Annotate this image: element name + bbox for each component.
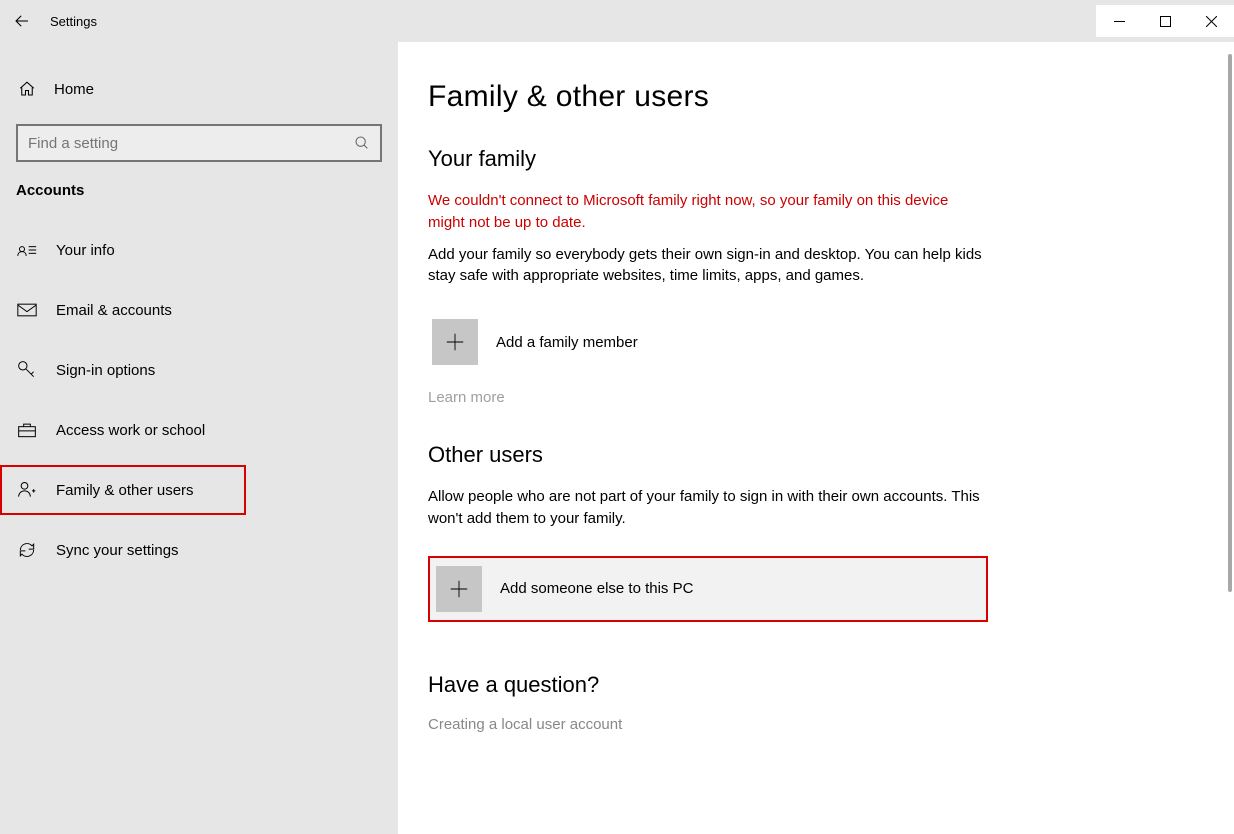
sidebar-item-label: Sign-in options [56, 362, 155, 379]
section-question-heading: Have a question? [428, 672, 1204, 698]
sidebar-item-your-info[interactable]: Your info [0, 225, 398, 275]
minimize-button[interactable] [1096, 5, 1142, 37]
help-link-local-account[interactable]: Creating a local user account [428, 716, 1204, 733]
home-icon [18, 80, 36, 98]
sidebar-item-label: Email & accounts [56, 302, 172, 319]
main-content: Family & other users Your family We coul… [398, 42, 1234, 834]
close-icon [1206, 16, 1217, 27]
mail-icon [16, 302, 38, 318]
maximize-icon [1160, 16, 1171, 27]
plus-icon [432, 319, 478, 365]
home-label: Home [54, 81, 94, 98]
learn-more-link[interactable]: Learn more [428, 389, 1204, 406]
back-button[interactable] [0, 12, 38, 30]
section-your-family-heading: Your family [428, 146, 1204, 172]
add-someone-else-button[interactable]: Add someone else to this PC [428, 556, 988, 622]
sidebar-item-label: Family & other users [56, 482, 194, 499]
sidebar-item-family[interactable]: Family & other users [0, 465, 246, 515]
titlebar: Settings [0, 0, 1234, 42]
other-users-description: Allow people who are not part of your fa… [428, 486, 988, 530]
section-other-users-heading: Other users [428, 442, 1204, 468]
home-nav[interactable]: Home [0, 64, 398, 114]
minimize-icon [1114, 16, 1125, 27]
sidebar-item-sync[interactable]: Sync your settings [0, 525, 398, 575]
sidebar-item-email[interactable]: Email & accounts [0, 285, 398, 335]
family-description: Add your family so everybody gets their … [428, 244, 988, 288]
add-someone-else-label: Add someone else to this PC [500, 580, 693, 597]
page-title: Family & other users [428, 80, 1204, 114]
sync-icon [16, 540, 38, 560]
sidebar-item-label: Access work or school [56, 422, 205, 439]
sidebar: Home Accounts Your info Email & accounts [0, 42, 398, 834]
arrow-left-icon [13, 12, 31, 30]
maximize-button[interactable] [1142, 5, 1188, 37]
window-title: Settings [38, 14, 97, 29]
category-heading: Accounts [0, 182, 398, 199]
search-field[interactable] [28, 135, 354, 152]
scrollbar-thumb[interactable] [1228, 54, 1232, 592]
family-error-text: We couldn't connect to Microsoft family … [428, 190, 988, 234]
scrollbar[interactable] [1228, 54, 1232, 822]
sidebar-item-work[interactable]: Access work or school [0, 405, 398, 455]
briefcase-icon [16, 421, 38, 439]
add-family-member-button[interactable]: Add a family member [428, 313, 988, 371]
sidebar-item-signin[interactable]: Sign-in options [0, 345, 398, 395]
sidebar-item-label: Sync your settings [56, 542, 179, 559]
search-icon [354, 135, 370, 151]
sidebar-item-label: Your info [56, 242, 115, 259]
plus-icon [436, 566, 482, 612]
add-family-member-label: Add a family member [496, 334, 638, 351]
key-icon [16, 360, 38, 380]
search-input[interactable] [16, 124, 382, 162]
people-plus-icon [16, 480, 38, 500]
close-button[interactable] [1188, 5, 1234, 37]
person-card-icon [16, 242, 38, 258]
